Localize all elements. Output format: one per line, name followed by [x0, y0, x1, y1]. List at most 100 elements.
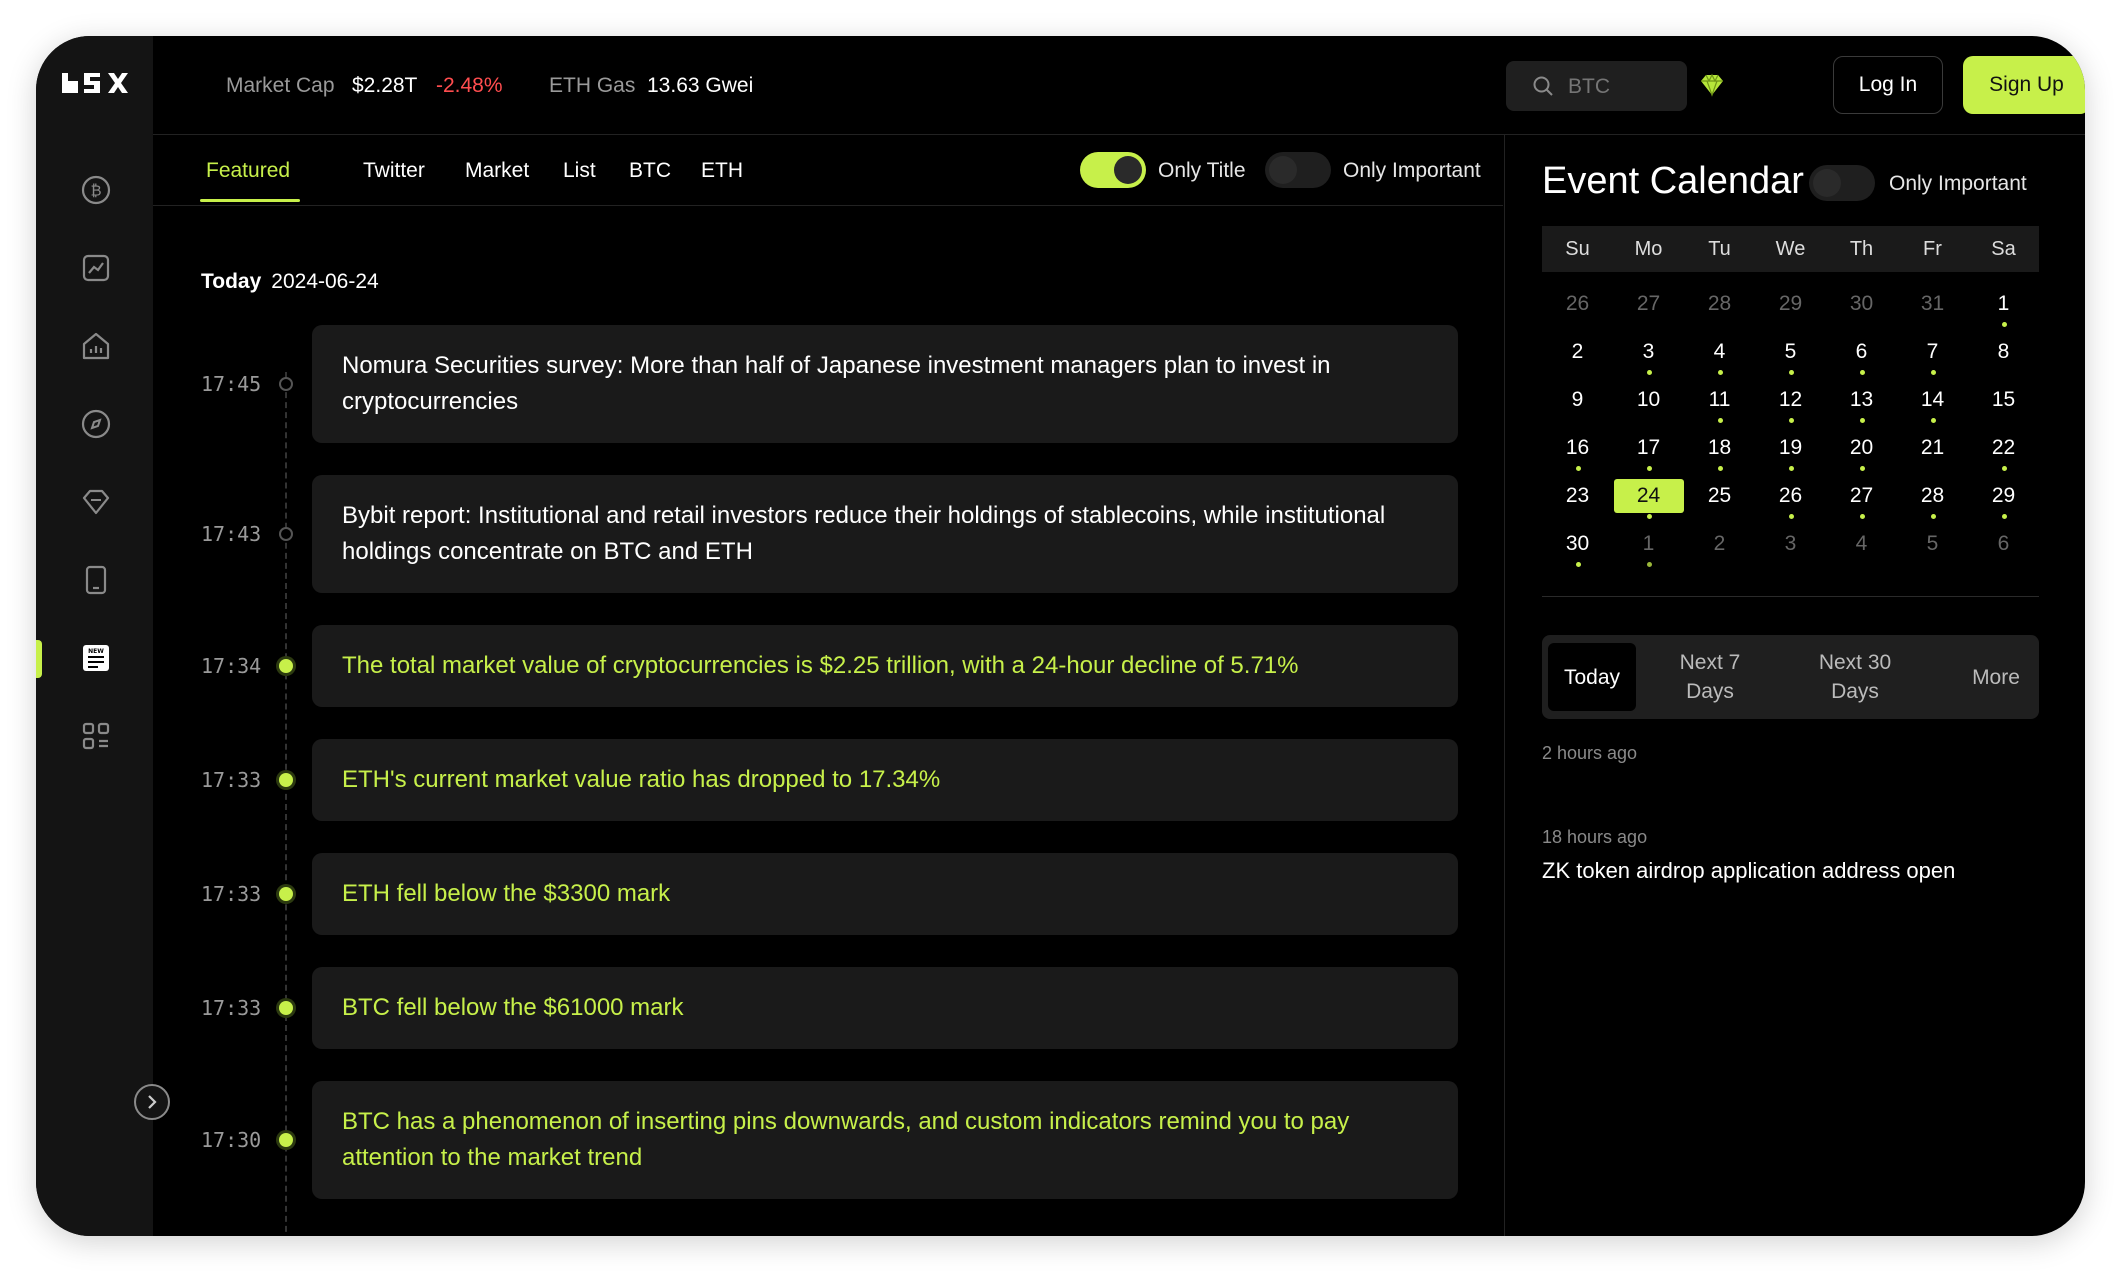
- calendar-day[interactable]: 2: [1542, 330, 1613, 378]
- range-next-7-days[interactable]: Next 7 Days: [1660, 643, 1760, 711]
- event-marker-dot: [1788, 418, 1794, 423]
- calendar-day[interactable]: 1: [1613, 522, 1684, 570]
- calendar-week: 2 3 4 5 6 7 8: [1542, 330, 2039, 378]
- calendar-day[interactable]: 16: [1542, 426, 1613, 474]
- calendar-day[interactable]: 27: [1613, 282, 1684, 330]
- range-today[interactable]: Today: [1548, 643, 1636, 711]
- event-marker-dot: [1717, 370, 1723, 375]
- calendar-day-number: 31: [1920, 292, 1945, 315]
- calendar-day[interactable]: 12: [1755, 378, 1826, 426]
- calendar-day[interactable]: 15: [1968, 378, 2039, 426]
- tab-featured[interactable]: Featured: [206, 159, 290, 183]
- calendar-day[interactable]: 20: [1826, 426, 1897, 474]
- calendar-day[interactable]: 28: [1897, 474, 1968, 522]
- calendar-day-number: 25: [1707, 484, 1732, 507]
- apps-icon[interactable]: [80, 720, 112, 752]
- calendar-day[interactable]: 29: [1968, 474, 2039, 522]
- only-title-label: Only Title: [1158, 159, 1246, 182]
- calendar-day-number: 26: [1778, 484, 1803, 507]
- diamond-icon[interactable]: [80, 486, 112, 518]
- calendar-day[interactable]: 17: [1613, 426, 1684, 474]
- calendar-day[interactable]: 13: [1826, 378, 1897, 426]
- news-card[interactable]: The total market value of cryptocurrenci…: [312, 625, 1458, 707]
- tab-twitter[interactable]: Twitter: [363, 159, 425, 183]
- calendar-day[interactable]: 1: [1968, 282, 2039, 330]
- brand-logo[interactable]: [60, 70, 132, 96]
- login-button[interactable]: Log In: [1833, 56, 1943, 114]
- calendar-day[interactable]: 21: [1897, 426, 1968, 474]
- calendar-day[interactable]: 4: [1684, 330, 1755, 378]
- news-card[interactable]: Nomura Securities survey: More than half…: [312, 325, 1458, 443]
- event-marker-dot: [1717, 418, 1723, 423]
- expand-sidebar-button[interactable]: [134, 1084, 170, 1120]
- calendar-day-number: 18: [1707, 436, 1732, 459]
- range-next-30-days[interactable]: Next 30 Days: [1800, 643, 1910, 711]
- tab-list[interactable]: List: [563, 159, 596, 183]
- calendar-day[interactable]: 18: [1684, 426, 1755, 474]
- calendar-day[interactable]: 5: [1897, 522, 1968, 570]
- calendar-day[interactable]: 10: [1613, 378, 1684, 426]
- calendar-day-number: 15: [1991, 388, 2016, 411]
- event-marker-dot: [1646, 514, 1652, 519]
- calendar-day-number: 4: [1713, 340, 1726, 363]
- calendar-day[interactable]: 22: [1968, 426, 2039, 474]
- calendar-day[interactable]: 4: [1826, 522, 1897, 570]
- calendar-day[interactable]: 8: [1968, 330, 2039, 378]
- range-more[interactable]: More: [1956, 643, 2036, 711]
- calendar-day[interactable]: 29: [1755, 282, 1826, 330]
- search-input[interactable]: [1568, 73, 1678, 101]
- calendar-day[interactable]: 28: [1684, 282, 1755, 330]
- event-marker-dot: [1930, 418, 1936, 423]
- only-title-toggle[interactable]: [1080, 152, 1146, 188]
- calendar-day[interactable]: 3: [1613, 330, 1684, 378]
- news-card[interactable]: BTC has a phenomenon of inserting pins d…: [312, 1081, 1458, 1199]
- calendar-only-important-toggle[interactable]: [1809, 165, 1875, 201]
- news-card[interactable]: ETH fell below the $3300 mark: [312, 853, 1458, 935]
- news-card[interactable]: BTC fell below the $61000 mark: [312, 967, 1458, 1049]
- calendar-day-number: 21: [1920, 436, 1945, 459]
- only-important-toggle[interactable]: [1265, 152, 1331, 188]
- calendar-day[interactable]: 11: [1684, 378, 1755, 426]
- calendar-day-selected[interactable]: 24: [1613, 474, 1684, 522]
- event-marker-dot: [1859, 466, 1865, 471]
- calendar-day[interactable]: 9: [1542, 378, 1613, 426]
- tablet-icon[interactable]: [80, 564, 112, 596]
- news-icon[interactable]: NEW: [80, 642, 112, 674]
- calendar-day[interactable]: 6: [1968, 522, 2039, 570]
- calendar-day[interactable]: 26: [1755, 474, 1826, 522]
- event-marker-dot: [1930, 514, 1936, 519]
- calendar-day[interactable]: 23: [1542, 474, 1613, 522]
- calendar-day[interactable]: 19: [1755, 426, 1826, 474]
- calendar-day[interactable]: 27: [1826, 474, 1897, 522]
- calendar-day[interactable]: 2: [1684, 522, 1755, 570]
- calendar-day-number: 28: [1920, 484, 1945, 507]
- app-window: ₿ NEW Market Cap $2.28T -2.48% ETH Gas 1…: [36, 36, 2085, 1236]
- bitcoin-icon[interactable]: ₿: [80, 174, 112, 206]
- home-chart-icon[interactable]: [80, 330, 112, 362]
- event-marker-dot: [1788, 370, 1794, 375]
- event-time-ago: 2 hours ago: [1542, 743, 1638, 763]
- calendar-day[interactable]: 30: [1826, 282, 1897, 330]
- chart-icon[interactable]: [80, 252, 112, 284]
- calendar-day[interactable]: 30: [1542, 522, 1613, 570]
- tab-eth[interactable]: ETH: [701, 159, 743, 183]
- calendar-day[interactable]: 5: [1755, 330, 1826, 378]
- search-box[interactable]: [1506, 61, 1687, 111]
- calendar-day[interactable]: 25: [1684, 474, 1755, 522]
- calendar-day[interactable]: 26: [1542, 282, 1613, 330]
- calendar-day[interactable]: 7: [1897, 330, 1968, 378]
- event-title[interactable]: ZK token airdrop application address ope…: [1542, 858, 1955, 884]
- calendar-day-number: 2: [1713, 532, 1726, 555]
- tab-btc[interactable]: BTC: [629, 159, 671, 183]
- news-card[interactable]: Bybit report: Institutional and retail i…: [312, 475, 1458, 593]
- tab-market[interactable]: Market: [465, 159, 529, 183]
- calendar-day[interactable]: 14: [1897, 378, 1968, 426]
- calendar-day[interactable]: 31: [1897, 282, 1968, 330]
- news-card[interactable]: ETH's current market value ratio has dro…: [312, 739, 1458, 821]
- calendar-day[interactable]: 6: [1826, 330, 1897, 378]
- event-marker-dot: [1788, 514, 1794, 519]
- compass-icon[interactable]: [80, 408, 112, 440]
- signup-button[interactable]: Sign Up: [1963, 56, 2085, 114]
- vip-gem-icon[interactable]: [1699, 72, 1725, 98]
- calendar-day[interactable]: 3: [1755, 522, 1826, 570]
